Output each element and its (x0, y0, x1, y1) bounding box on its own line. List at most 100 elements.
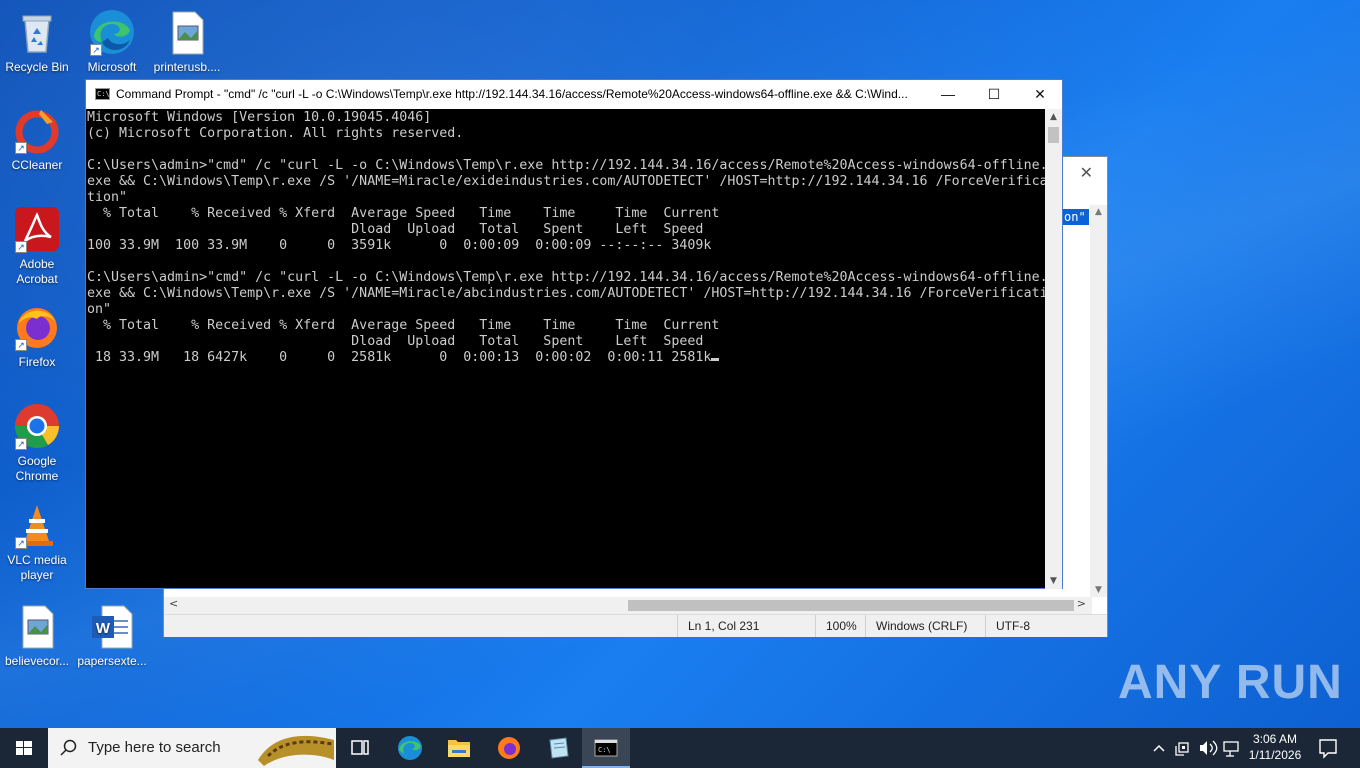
taskbar-firefox[interactable] (485, 728, 533, 768)
desktop-icon-label: VLC media player (7, 553, 67, 582)
console-line: Dload Upload Total Spent Left Speed (87, 334, 704, 349)
desktop-icon-label: Google Chrome (15, 454, 59, 483)
close-icon[interactable]: ✕ (1080, 163, 1093, 182)
shortcut-arrow-icon: ↗ (15, 537, 27, 549)
shortcut-arrow-icon: ↗ (90, 44, 102, 56)
desktop-icon-printerusb[interactable]: printerusb.... (150, 8, 224, 75)
desktop-icon-label: CCleaner (11, 158, 63, 172)
command-prompt-window[interactable]: C:\ Command Prompt - "cmd" /c "curl -L -… (85, 79, 1063, 589)
shortcut-arrow-icon: ↗ (15, 339, 27, 351)
image-file-icon (13, 602, 61, 650)
text-cursor (711, 358, 720, 361)
status-line-ending: Windows (CRLF) (865, 615, 985, 637)
desktop-icon-believecor[interactable]: believecor... (0, 602, 74, 669)
vertical-scrollbar[interactable]: ▲ ▼ (1090, 205, 1107, 597)
window-title: Command Prompt - "cmd" /c "curl -L -o C:… (116, 87, 908, 101)
desktop-icon-label: Adobe Acrobat (16, 257, 58, 286)
console-line: 18 33.9M 18 6427k 0 0 2581k 0 0:00:13 0:… (87, 350, 1046, 366)
desktop-icon-recycle-bin[interactable]: Recycle Bin (0, 8, 74, 75)
console-line: % Total % Received % Xferd Average Speed… (87, 206, 720, 221)
search-icon (60, 739, 77, 756)
console-line: (c) Microsoft Corporation. All rights re… (87, 126, 464, 141)
console-line: tion" (87, 190, 128, 205)
task-view-icon (351, 740, 369, 755)
console-line: exe && C:\Windows\Temp\r.exe /S '/NAME=M… (87, 286, 1046, 301)
scrollbar-thumb[interactable] (628, 600, 1074, 611)
shortcut-arrow-icon: ↗ (15, 241, 27, 253)
anyrun-watermark: ANY RUN (1118, 656, 1343, 709)
horizontal-scrollbar[interactable]: < > (164, 597, 1092, 614)
folder-icon (448, 740, 470, 757)
desktop-icon-papersexte[interactable]: W papersexte... (75, 602, 149, 669)
show-hidden-icons-icon[interactable] (1153, 744, 1165, 752)
desktop-icon-vlc[interactable]: ↗ VLC media player (0, 501, 74, 583)
desktop-icon-label: believecor... (4, 654, 70, 668)
desktop-icon-ccleaner[interactable]: ↗ CCleaner (0, 106, 74, 173)
notification-center-button[interactable] (1306, 728, 1350, 768)
search-highlight-image-icon (258, 735, 334, 766)
scroll-down-icon[interactable]: ▼ (1045, 576, 1062, 586)
chrome-icon: ↗ (13, 402, 61, 450)
edge-icon: ↗ (88, 8, 136, 56)
desktop-icon-label: Microsoft Edge (87, 60, 137, 74)
shortcut-arrow-icon: ↗ (15, 142, 27, 154)
windows-logo-icon (16, 741, 32, 755)
system-tray (1148, 728, 1246, 768)
scroll-up-icon[interactable]: ▲ (1090, 207, 1107, 217)
notification-icon (1319, 739, 1337, 759)
console-line: 100 33.9M 100 33.9M 0 0 3591k 0 0:00:09 … (87, 238, 712, 253)
search-box[interactable]: Type here to search (48, 728, 336, 768)
clock-date: 1/11/2026 (1248, 748, 1302, 762)
desktop-icon-firefox[interactable]: ↗ Firefox (0, 303, 74, 370)
scroll-left-icon[interactable]: < (169, 597, 178, 610)
taskbar: Type here to search C:\ 3:06 AM 1/11/202… (0, 728, 1360, 768)
vertical-scrollbar[interactable]: ▲ ▼ (1045, 109, 1062, 589)
volume-icon[interactable] (1200, 740, 1218, 756)
word-document-icon: W (88, 602, 136, 650)
console-output[interactable]: Microsoft Windows [Version 10.0.19045.40… (86, 109, 1046, 589)
desktop-icon-microsoft-edge[interactable]: ↗ Microsoft Edge (75, 8, 149, 75)
status-zoom: 100% (815, 615, 865, 637)
task-view-button[interactable] (336, 728, 384, 768)
console-line: exe && C:\Windows\Temp\r.exe /S '/NAME=M… (87, 174, 1046, 189)
start-button[interactable] (0, 728, 48, 768)
cmd-icon: C:\ (594, 739, 618, 757)
scroll-down-icon[interactable]: ▼ (1090, 585, 1107, 595)
close-button[interactable]: ✕ (1017, 80, 1063, 109)
console-line: on" (87, 302, 112, 317)
scroll-right-icon[interactable]: > (1077, 597, 1086, 610)
notepad-icon (549, 737, 569, 759)
taskbar-command-prompt[interactable]: C:\ (582, 728, 630, 768)
console-line: Dload Upload Total Spent Left Speed (87, 222, 704, 237)
desktop-icon-label: papersexte... (77, 654, 147, 668)
title-bar[interactable]: C:\ Command Prompt - "cmd" /c "curl -L -… (86, 80, 1062, 109)
taskbar-notepad[interactable] (534, 728, 582, 768)
cmd-app-icon: C:\ (95, 88, 110, 100)
clock-time: 3:06 AM (1252, 732, 1298, 746)
status-position: Ln 1, Col 231 (677, 615, 815, 637)
desktop-icon-label: Firefox (18, 355, 56, 369)
network-icon[interactable] (1175, 742, 1189, 756)
vlc-icon: ↗ (13, 501, 61, 549)
recycle-bin-icon (13, 8, 61, 56)
firefox-icon (498, 737, 520, 759)
search-placeholder: Type here to search (88, 739, 221, 756)
scrollbar-thumb[interactable] (1048, 127, 1059, 143)
selected-text[interactable]: on" (1061, 209, 1089, 225)
input-indicator-icon[interactable] (1223, 741, 1239, 757)
scroll-up-icon[interactable]: ▲ (1045, 112, 1062, 122)
console-line: C:\Users\admin>"cmd" /c "curl -L -o C:\W… (87, 270, 1046, 285)
clock[interactable]: 3:06 AM 1/11/2026 (1246, 731, 1304, 763)
status-encoding: UTF-8 (985, 615, 1105, 637)
desktop-icon-adobe-acrobat[interactable]: ↗ Adobe Acrobat (0, 205, 74, 287)
taskbar-file-explorer[interactable] (435, 728, 483, 768)
desktop-icon-label: printerusb.... (153, 60, 221, 74)
maximize-button[interactable]: ☐ (971, 80, 1017, 109)
minimize-button[interactable]: — (925, 80, 971, 109)
desktop-icon-google-chrome[interactable]: ↗ Google Chrome (0, 402, 74, 484)
acrobat-icon: ↗ (13, 205, 61, 253)
firefox-icon: ↗ (13, 303, 61, 351)
taskbar-edge[interactable] (386, 728, 434, 768)
